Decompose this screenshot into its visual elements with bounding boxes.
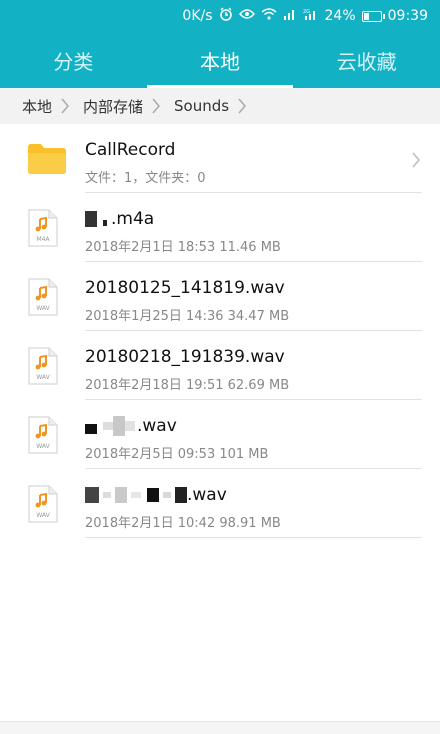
breadcrumb: 本地 内部存储 Sounds [0, 88, 440, 124]
redacted-block [131, 492, 141, 498]
svg-text:M4A: M4A [36, 236, 50, 243]
tab-local-label: 本地 [200, 49, 240, 74]
file-name-text: .m4a [111, 209, 155, 229]
redacted-block [175, 487, 187, 503]
file-detail: 文件：1，文件夹：0 [85, 171, 206, 186]
svg-text:WAV: WAV [36, 305, 50, 312]
signal-icon [283, 8, 297, 24]
tab-bar: 分类 本地 云收藏 [0, 32, 440, 88]
tab-local[interactable]: 本地 [146, 32, 294, 88]
file-name: .wav [85, 416, 177, 436]
file-row[interactable]: WAV .wav 2018年2月5日 09:53 101 MB [0, 400, 440, 469]
audio-file-icon: M4A [28, 209, 58, 251]
redacted-block [147, 488, 159, 502]
audio-file-icon: WAV [28, 278, 58, 320]
breadcrumb-internal-storage[interactable]: 内部存储 [83, 96, 143, 117]
file-name: 20180125_141819.wav [85, 278, 285, 298]
audio-file-icon: WAV [28, 485, 58, 527]
file-detail: 2018年1月25日 14:36 34.47 MB [85, 309, 290, 324]
svg-text:WAV: WAV [36, 512, 50, 519]
wifi-icon [261, 8, 277, 24]
status-bar: 0K/s 2G 24% 09:39 [0, 0, 440, 32]
file-detail: 2018年2月1日 10:42 98.91 MB [85, 516, 281, 531]
file-name-text: .wav [187, 485, 227, 505]
redacted-block [103, 422, 113, 430]
bottom-toolbar-edge [0, 721, 440, 734]
tab-cloud[interactable]: 云收藏 [293, 32, 440, 88]
file-list: CallRecord 文件：1，文件夹：0 M4A .m4a 2018年2月1日… [0, 124, 440, 538]
file-row[interactable]: WAV 20180218_191839.wav 2018年2月18日 19:51… [0, 331, 440, 400]
redacted-block [85, 424, 97, 434]
redacted-block [113, 416, 125, 436]
file-row[interactable]: WAV .wav 2018年2月1日 10:42 98.91 MB [0, 469, 440, 538]
battery-icon [361, 10, 385, 22]
battery-percent: 24% [324, 8, 356, 24]
redacted-block [115, 487, 127, 503]
file-name: .wav [85, 485, 227, 505]
tab-category-label: 分类 [53, 49, 94, 74]
file-detail: 2018年2月18日 19:51 62.69 MB [85, 378, 290, 393]
clock: 09:39 [387, 8, 428, 24]
chevron-right-icon [412, 152, 420, 172]
tab-cloud-label: 云收藏 [336, 49, 397, 74]
file-name: 20180218_191839.wav [85, 347, 285, 367]
folder-icon [28, 144, 66, 174]
alarm-icon [219, 7, 233, 25]
file-name: .m4a [85, 209, 154, 229]
file-name: CallRecord [85, 140, 176, 160]
folder-row[interactable]: CallRecord 文件：1，文件夹：0 [0, 124, 440, 193]
file-row[interactable]: M4A .m4a 2018年2月1日 18:53 11.46 MB [0, 193, 440, 262]
audio-file-icon: WAV [28, 416, 58, 458]
audio-file-icon: WAV [28, 347, 58, 389]
app-header: 0K/s 2G 24% 09:39 分类 本地 云收藏 [0, 0, 440, 88]
signal-2g-icon: 2G [303, 8, 319, 24]
redacted-block [85, 487, 99, 503]
file-name-text: .wav [137, 416, 177, 436]
redacted-block [85, 211, 97, 227]
redacted-block [125, 421, 135, 431]
file-row[interactable]: WAV 20180125_141819.wav 2018年1月25日 14:36… [0, 262, 440, 331]
network-speed: 0K/s [182, 8, 213, 24]
redacted-block [103, 220, 107, 226]
svg-text:WAV: WAV [36, 374, 50, 381]
file-detail: 2018年2月5日 09:53 101 MB [85, 447, 269, 462]
tab-category[interactable]: 分类 [0, 32, 147, 88]
svg-text:WAV: WAV [36, 443, 50, 450]
redacted-block [103, 492, 111, 498]
breadcrumb-sounds[interactable]: Sounds [174, 97, 229, 115]
redacted-block [163, 492, 171, 498]
chevron-right-icon [61, 88, 71, 124]
chevron-right-icon [152, 88, 162, 124]
breadcrumb-local[interactable]: 本地 [22, 96, 52, 117]
eye-icon [238, 8, 255, 24]
chevron-right-icon [238, 88, 248, 124]
file-detail: 2018年2月1日 18:53 11.46 MB [85, 240, 281, 255]
